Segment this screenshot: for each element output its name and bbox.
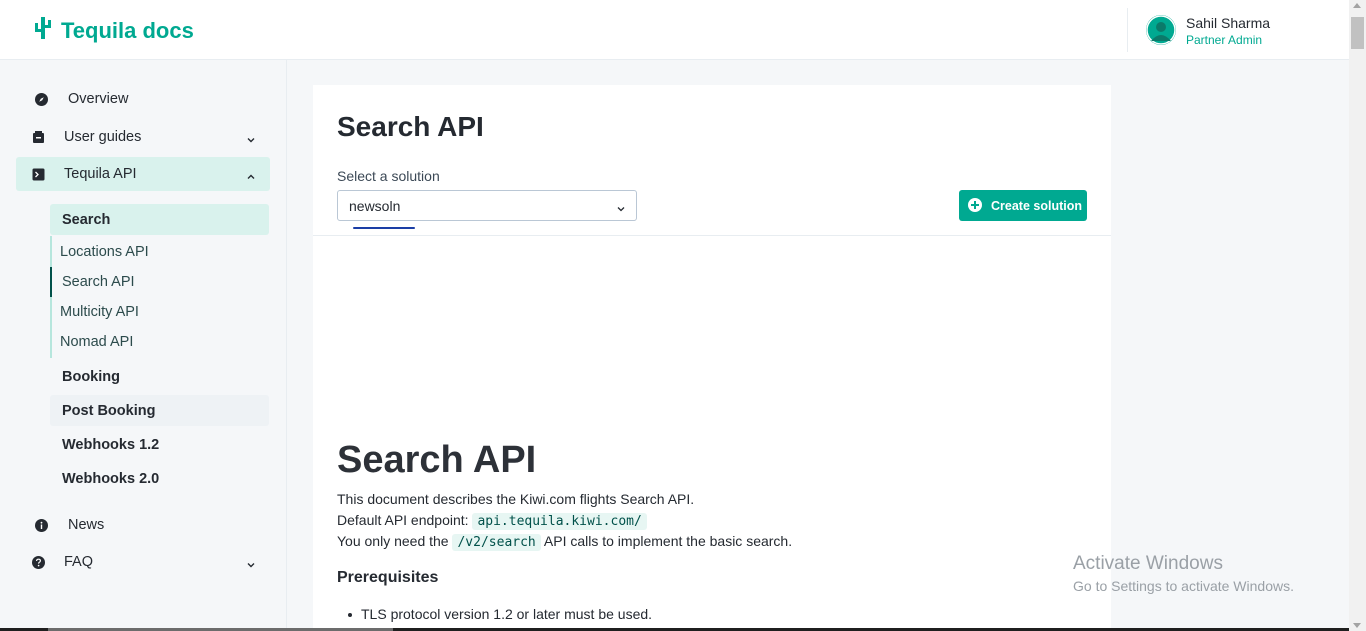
focus-indicator [353, 227, 415, 229]
activate-windows-subtitle: Go to Settings to activate Windows. [1073, 578, 1294, 594]
logo[interactable]: Tequila docs [33, 15, 194, 46]
sidebar-item-tequila-api[interactable]: Tequila API [16, 157, 270, 191]
sidebar-section-search[interactable]: Search [50, 204, 269, 235]
doc-title: Search API [337, 439, 537, 481]
sidebar-link-search-api[interactable]: Search API [50, 267, 269, 297]
user-name[interactable]: Sahil Sharma [1186, 15, 1270, 31]
scroll-up-arrow-icon[interactable] [1353, 3, 1361, 8]
cactus-icon [33, 15, 53, 46]
plus-circle-icon [968, 198, 982, 212]
sidebar-item-label: News [68, 517, 105, 533]
sidebar-section-webhooks-1-2[interactable]: Webhooks 1.2 [50, 429, 269, 460]
sidebar-item-faq[interactable]: FAQ [16, 545, 270, 579]
doc-endpoint-line: Default API endpoint: api.tequila.kiwi.c… [337, 512, 647, 530]
chevron-down-icon [246, 132, 256, 143]
search-call-prefix: You only need the [337, 533, 449, 549]
search-call-code: /v2/search [452, 534, 541, 551]
scroll-thumb[interactable] [1351, 17, 1364, 49]
sidebar-item-overview[interactable]: Overview [16, 82, 270, 116]
header-divider [1127, 8, 1128, 52]
user-role: Partner Admin [1186, 33, 1263, 47]
sidebar-link-locations-api[interactable]: Locations API [50, 237, 269, 267]
sidebar-section-webhooks-2-0[interactable]: Webhooks 2.0 [50, 463, 269, 494]
solution-select-value: newsoln [349, 197, 401, 214]
doc-search-call-line: You only need the /v2/search API calls t… [337, 533, 793, 551]
endpoint-code: api.tequila.kiwi.com/ [472, 513, 647, 530]
top-header: Tequila docs Sahil Sharma Partner Admin [0, 0, 1349, 60]
page-scrollbar[interactable] [1349, 0, 1366, 631]
sidebar-item-label: Overview [68, 91, 129, 107]
logo-text: Tequila docs [61, 17, 194, 43]
info-icon [35, 518, 48, 532]
sidebar-section-booking[interactable]: Booking [50, 361, 269, 392]
list-item: TLS protocol version 1.2 or later must b… [347, 606, 653, 622]
compass-icon [35, 92, 48, 106]
select-solution-label: Select a solution [337, 168, 440, 184]
doc-intro-text: This document describes the Kiwi.com fli… [337, 491, 695, 507]
content-card: Search API Select a solution newsoln Cre… [313, 85, 1111, 631]
scroll-down-arrow-icon[interactable] [1353, 623, 1361, 628]
avatar[interactable] [1146, 15, 1176, 45]
sidebar-link-nomad-api[interactable]: Nomad API [50, 327, 269, 357]
sidebar-item-label: User guides [64, 129, 142, 145]
question-icon [32, 555, 45, 569]
terminal-icon [32, 168, 45, 181]
page-title: Search API [337, 111, 484, 142]
chevron-up-icon [246, 169, 256, 179]
solution-select[interactable]: newsoln [337, 190, 637, 221]
sidebar-link-multicity-api[interactable]: Multicity API [50, 297, 269, 327]
chevron-down-icon [246, 557, 256, 568]
create-solution-label: Create solution [991, 198, 1082, 213]
prerequisites-heading: Prerequisites [337, 569, 439, 586]
sidebar-section-post-booking[interactable]: Post Booking [50, 395, 269, 426]
sidebar-item-label: Tequila API [64, 166, 137, 182]
book-icon [32, 130, 45, 144]
sidebar-item-user-guides[interactable]: User guides [16, 120, 270, 154]
sidebar: Overview User guides Tequila API Search … [0, 60, 287, 631]
card-divider [313, 235, 1111, 236]
activate-windows-title: Activate Windows [1073, 553, 1223, 574]
create-solution-button[interactable]: Create solution [959, 190, 1087, 221]
chevron-down-icon [616, 201, 626, 212]
search-call-suffix: API calls to implement the basic search. [543, 533, 793, 549]
sidebar-item-label: FAQ [64, 554, 94, 570]
sidebar-item-news[interactable]: News [16, 508, 270, 542]
endpoint-label: Default API endpoint: [337, 512, 469, 528]
